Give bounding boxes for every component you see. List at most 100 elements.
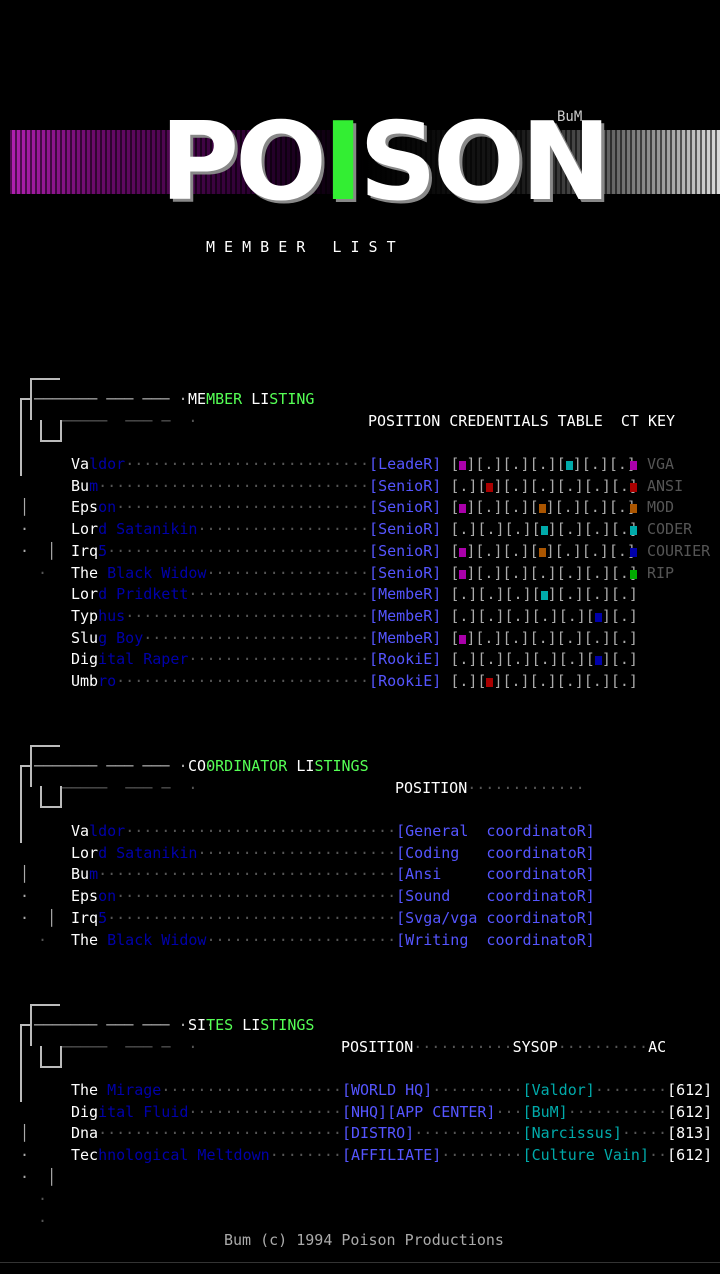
cred-close: ] <box>495 585 505 604</box>
coordinator-name-prefix: Eps <box>71 887 99 906</box>
site-sysop: [Narcissus] <box>522 1124 622 1143</box>
coordinator-row: Valdor······························[Gen… <box>71 822 595 840</box>
member-name-suffix: d Satanikin <box>98 520 198 539</box>
cred-open: [ <box>504 520 514 539</box>
frame-corner <box>40 786 62 808</box>
bracket: ] <box>432 520 451 539</box>
member-position: MembeR <box>378 606 433 625</box>
member-position: SenioR <box>378 498 433 517</box>
cred-empty: . <box>592 563 602 582</box>
cred-empty: . <box>590 498 600 517</box>
cred-close: ] <box>601 606 611 625</box>
key-label: RIP <box>647 563 675 582</box>
cred-close: ] <box>545 498 555 517</box>
site-position: [AFFILIATE] <box>341 1146 442 1165</box>
cred-open: [ <box>477 672 487 690</box>
site-ac: [612] <box>667 1146 713 1165</box>
cred-empty: . <box>511 628 521 647</box>
site-name-prefix: Dna <box>71 1124 99 1143</box>
leader-dots: ···························· <box>116 672 370 690</box>
leader-dots: ·· <box>649 1146 668 1165</box>
site-name-suffix: ital Fluid <box>98 1102 189 1121</box>
cred-open: [ <box>556 455 566 473</box>
margin-decoration: · <box>20 520 30 538</box>
cred-open: [ <box>556 476 566 495</box>
margin-decoration: · <box>20 887 30 905</box>
margin-decoration: · │ <box>20 1168 57 1186</box>
frame-corner <box>40 420 62 442</box>
cred-close: ] <box>599 498 609 517</box>
bracket: [ <box>369 585 379 604</box>
cred-close: ] <box>520 498 530 517</box>
key-swatch <box>630 569 637 579</box>
cred-close: ] <box>628 606 638 625</box>
cred-empty: . <box>592 520 602 539</box>
cred-open: [ <box>450 520 460 539</box>
leader-dots: ························· <box>143 628 370 647</box>
cred-empty: . <box>619 628 629 647</box>
cred-empty: . <box>538 628 548 647</box>
frame-corner <box>20 398 32 476</box>
margin-decoration: · <box>20 1146 30 1164</box>
cred-open: [ <box>531 520 541 539</box>
bracket: [ <box>369 455 379 473</box>
cred-close: ] <box>547 672 557 690</box>
member-row: Bum······························[SenioR… <box>71 477 638 495</box>
member-name-suffix: m <box>89 476 99 495</box>
site-ac: [612] <box>667 1081 713 1099</box>
cred-close: ] <box>547 455 557 473</box>
cred-empty: . <box>565 628 575 647</box>
member-row: Lord Pridkett····················[MembeR… <box>71 585 638 603</box>
cred-close: ] <box>601 476 611 495</box>
bracket: [ <box>369 520 379 539</box>
cred-close: ] <box>495 520 505 539</box>
site-name-prefix: Dig <box>71 1102 99 1121</box>
bracket: ] <box>432 585 451 604</box>
cred-empty: . <box>619 606 629 625</box>
cred-open: [ <box>558 650 568 669</box>
cred-open: [ <box>610 476 620 495</box>
member-name-suffix: d Pridkett <box>98 585 189 604</box>
frame-corner <box>20 765 32 843</box>
leader-dots: ··························· <box>98 1124 342 1143</box>
coordinator-name-suffix: m <box>89 865 99 884</box>
cred-close: ] <box>628 672 638 690</box>
section-rule: ───── ─── ─ · <box>62 412 198 430</box>
frame-corner <box>20 1024 32 1102</box>
cred-empty: . <box>513 606 523 625</box>
bracket: ] <box>432 498 451 517</box>
member-position: SenioR <box>378 541 433 560</box>
cred-close: ] <box>520 628 530 647</box>
leader-dots: ······················ <box>197 843 397 862</box>
cred-open: [ <box>450 541 460 560</box>
cred-close: ] <box>599 541 609 560</box>
cred-close: ] <box>572 455 582 473</box>
cred-open: [ <box>608 541 618 560</box>
cred-open: [ <box>450 585 460 604</box>
member-name-suffix: Black Widow <box>98 563 207 582</box>
cred-close: ] <box>520 563 530 582</box>
cred-close: ] <box>601 520 611 539</box>
coordinator-position: [Sound coordinatoR] <box>396 887 595 906</box>
cred-open: [ <box>502 476 512 495</box>
site-position: [WORLD HQ] <box>341 1081 433 1099</box>
leader-dots: ················· <box>188 1102 342 1121</box>
margin-decoration: · <box>38 1190 48 1208</box>
cred-open: [ <box>450 455 460 473</box>
cred-close: ] <box>599 455 609 473</box>
member-position: MembeR <box>378 585 433 604</box>
cred-close: ] <box>547 563 557 582</box>
member-row: Lord Satanikin···················[SenioR… <box>71 520 638 538</box>
poison-logo: POISON <box>160 100 611 225</box>
cred-close: ] <box>628 650 638 669</box>
cred-empty: . <box>511 563 521 582</box>
cred-empty: . <box>538 455 548 473</box>
member-row: The Black Widow··················[SenioR… <box>71 564 638 582</box>
cred-empty: . <box>538 476 548 495</box>
cred-close: ] <box>574 563 584 582</box>
leader-dots: ···················· <box>161 1081 342 1099</box>
leader-dots: ··················· <box>197 520 370 539</box>
section-rule: ───── ─── ─ · <box>62 1038 198 1056</box>
cred-open: [ <box>502 541 512 560</box>
cred-empty: . <box>565 672 575 690</box>
